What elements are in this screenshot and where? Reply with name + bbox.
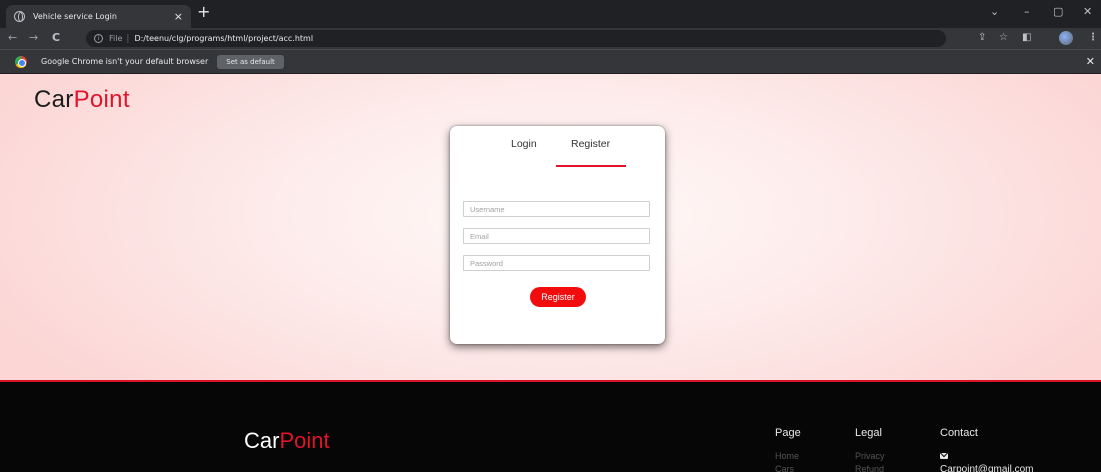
page-content: CarPoint Login Register Register CarPoin… xyxy=(0,74,1101,472)
footer-link-home[interactable]: Home xyxy=(775,451,799,461)
password-input[interactable] xyxy=(463,255,650,271)
side-panel-icon[interactable]: ◧ xyxy=(1022,31,1031,45)
infobar-close-icon[interactable]: ✕ xyxy=(1086,55,1095,68)
profile-avatar[interactable] xyxy=(1059,31,1073,45)
tab-search-dropdown-icon[interactable]: ⌄ xyxy=(990,6,999,17)
tab-title: Vehicle service Login xyxy=(33,12,117,21)
hero-section: CarPoint Login Register Register xyxy=(0,74,1101,380)
footer-link-refund[interactable]: Refund xyxy=(855,464,884,472)
footer: CarPoint Page Home Cars Legal Privacy Re… xyxy=(0,380,1101,472)
email-input[interactable] xyxy=(463,228,650,244)
logo-text-car: Car xyxy=(34,86,74,113)
share-icon[interactable]: ⇪ xyxy=(978,31,986,45)
address-bar[interactable]: i File | D:/teenu/clg/programs/html/proj… xyxy=(86,30,946,47)
tab-close-button[interactable]: × xyxy=(174,11,183,22)
globe-icon xyxy=(14,11,25,22)
info-icon[interactable]: i xyxy=(94,34,103,43)
logo-text-point: Point xyxy=(73,86,130,113)
auth-tabs: Login Register xyxy=(450,138,665,167)
url-text[interactable]: D:/teenu/clg/programs/html/project/acc.h… xyxy=(134,34,313,43)
footer-logo-text-car: Car xyxy=(244,428,280,453)
url-separator: | xyxy=(126,33,130,44)
url-scheme-label: File xyxy=(109,34,123,43)
tab-register[interactable]: Register xyxy=(571,138,610,150)
footer-heading-legal: Legal xyxy=(855,427,882,439)
footer-logo: CarPoint xyxy=(244,428,330,454)
maximize-button[interactable]: ▢ xyxy=(1053,6,1063,17)
footer-link-cars[interactable]: Cars xyxy=(775,464,794,472)
bookmark-star-icon[interactable]: ☆ xyxy=(999,31,1008,45)
active-tab-indicator xyxy=(556,165,626,167)
default-browser-infobar: Google Chrome isn't your default browser… xyxy=(0,49,1101,73)
browser-titlebar: Vehicle service Login × + ⌄ – ▢ ✕ xyxy=(0,0,1101,28)
back-button[interactable]: ← xyxy=(8,31,17,45)
reload-button[interactable]: C xyxy=(52,31,60,45)
header-logo[interactable]: CarPoint xyxy=(34,86,130,114)
auth-card: Login Register Register xyxy=(450,126,665,344)
chrome-logo-icon xyxy=(15,55,27,68)
minimize-button[interactable]: – xyxy=(1024,6,1030,17)
footer-logo-text-point: Point xyxy=(279,428,330,453)
forward-button[interactable]: → xyxy=(29,31,38,45)
close-window-button[interactable]: ✕ xyxy=(1083,6,1092,17)
chrome-menu-icon[interactable]: ⋮ xyxy=(1088,31,1098,45)
footer-link-privacy[interactable]: Privacy xyxy=(855,451,885,461)
mail-icon xyxy=(940,453,948,459)
register-button[interactable]: Register xyxy=(530,287,586,307)
infobar-message: Google Chrome isn't your default browser xyxy=(41,57,209,66)
footer-heading-contact: Contact xyxy=(940,427,978,439)
footer-contact-email[interactable]: Carpoint@gmail.com xyxy=(940,464,1034,472)
browser-toolbar: ← → C i File | D:/teenu/clg/programs/htm… xyxy=(0,28,1101,49)
tab-login[interactable]: Login xyxy=(511,138,537,150)
set-as-default-button[interactable]: Set as default xyxy=(217,54,284,69)
new-tab-button[interactable]: + xyxy=(197,4,210,20)
browser-tab-active[interactable]: Vehicle service Login × xyxy=(6,5,191,28)
username-input[interactable] xyxy=(463,201,650,217)
footer-heading-page: Page xyxy=(775,427,801,439)
